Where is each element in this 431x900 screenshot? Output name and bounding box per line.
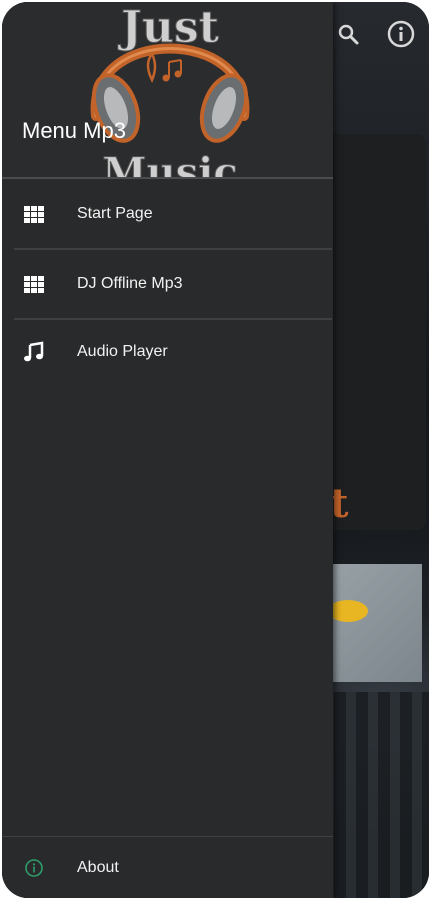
- grid-icon: [22, 272, 46, 296]
- drawer-title: Menu Mp3: [22, 118, 126, 143]
- drawer-header: Just Music Menu Mp3: [2, 2, 333, 177]
- background-image-accent: [328, 600, 368, 622]
- nav-item-label: Audio Player: [77, 343, 168, 360]
- nav-item-dj-offline-mp3[interactable]: DJ Offline Mp3: [2, 250, 333, 318]
- logo-text-music: Music: [102, 149, 237, 177]
- phone-screen: t Just Music Menu Mp3 Start Page DJ Offl…: [2, 2, 429, 898]
- info-icon[interactable]: [387, 20, 415, 48]
- music-note-icon: [22, 340, 46, 364]
- nav-item-about[interactable]: About: [2, 838, 333, 898]
- header-divider: [2, 177, 333, 179]
- nav-item-label: About: [77, 859, 119, 876]
- search-icon[interactable]: [334, 20, 362, 48]
- info-icon: [22, 856, 46, 880]
- nav-item-start-page[interactable]: Start Page: [2, 180, 333, 248]
- nav-item-label: DJ Offline Mp3: [77, 275, 183, 292]
- footer-divider: [2, 836, 333, 837]
- grid-icon: [22, 202, 46, 226]
- headphones-logo: Just Music: [90, 2, 250, 177]
- nav-item-audio-player[interactable]: Audio Player: [2, 318, 333, 386]
- nav-item-label: Start Page: [77, 205, 153, 222]
- navigation-drawer: Just Music Menu Mp3 Start Page DJ Offlin…: [2, 2, 333, 898]
- logo-text-just: Just: [117, 2, 220, 53]
